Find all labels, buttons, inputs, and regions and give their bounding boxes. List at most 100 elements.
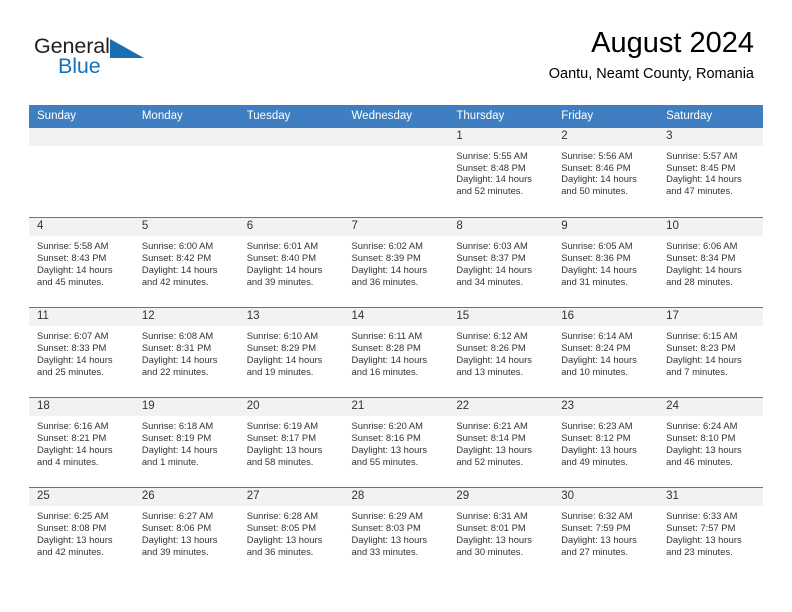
general-blue-logo[interactable]: General Blue [34,35,164,82]
sunrise-text: Sunrise: 6:23 AM [561,420,633,432]
calendar-day-cell[interactable]: 15 Sunrise: 6:12 AM Sunset: 8:26 PM Dayligh… [448,307,554,398]
calendar-day-cell[interactable]: 27 Sunrise: 6:28 AM Sunset: 8:05 PM Dayligh… [238,487,344,578]
sunrise-text: Sunrise: 5:56 AM [561,149,633,161]
daylight-text-line1: Daylight: 14 hours [37,263,113,275]
calendar-day-cell[interactable]: 14 Sunrise: 6:11 AM Sunset: 8:28 PM Dayligh… [343,307,449,398]
calendar-day-cell[interactable]: 11 Sunrise: 6:07 AM Sunset: 8:33 PM Dayligh… [29,307,134,398]
calendar-day-cell[interactable]: 9 Sunrise: 6:05 AM Sunset: 8:36 PM Daylight… [553,217,659,308]
daylight-text-line2: and 34 minutes. [456,275,524,287]
calendar-day-cell[interactable]: 10 Sunrise: 6:06 AM Sunset: 8:34 PM Dayligh… [658,217,763,308]
day-number: 5 [133,218,239,237]
calendar-day-cell[interactable]: 2 Sunrise: 5:56 AM Sunset: 8:46 PM Daylight… [553,127,659,218]
daylight-text-line2: and 39 minutes. [141,545,209,557]
weekday-header-thursday: Thursday [448,105,554,128]
calendar-page: General Blue August 2024 Oantu, Neamt Co… [0,0,792,612]
calendar-day-cell[interactable]: 22 Sunrise: 6:21 AM Sunset: 8:14 PM Dayligh… [448,397,554,488]
day-details: Sunrise: 6:21 AM Sunset: 8:14 PM Daylight:… [448,416,553,468]
daylight-text-line1: Daylight: 13 hours [666,533,742,545]
daylight-text-line1: Daylight: 13 hours [246,533,323,545]
calendar-head: Sunday Monday Tuesday Wednesday Thursday Frid… [29,105,763,128]
day-details: Sunrise: 5:58 AM Sunset: 8:43 PM Daylight:… [29,236,134,288]
calendar-day-cell-empty [343,127,449,218]
day-number [238,127,344,146]
calendar-day-cell[interactable]: 3 Sunrise: 5:57 AM Sunset: 8:45 PM Daylight… [658,127,763,218]
calendar-day-cell[interactable]: 25 Sunrise: 6:25 AM Sunset: 8:08 PM Dayligh… [29,487,134,578]
daylight-text-line2: and 10 minutes. [561,365,628,377]
sunset-text: Sunset: 8:29 PM [246,342,316,354]
day-details: Sunrise: 6:24 AM Sunset: 8:10 PM Daylight:… [658,416,763,468]
sunrise-text: Sunrise: 6:05 AM [561,240,633,252]
sunset-text: Sunset: 8:40 PM [246,252,316,264]
sunrise-text: Sunrise: 6:24 AM [666,420,738,432]
day-number: 1 [448,127,554,146]
day-number [29,127,134,146]
calendar-day-cell[interactable]: 24 Sunrise: 6:24 AM Sunset: 8:10 PM Dayligh… [658,397,763,488]
calendar-day-cell[interactable]: 17 Sunrise: 6:15 AM Sunset: 8:23 PM Dayligh… [658,307,763,398]
calendar-day-cell[interactable]: 26 Sunrise: 6:27 AM Sunset: 8:06 PM Dayligh… [133,487,239,578]
sunset-text: Sunset: 8:03 PM [351,522,421,534]
day-details: Sunrise: 6:19 AM Sunset: 8:17 PM Daylight:… [239,416,344,468]
daylight-text-line1: Daylight: 14 hours [561,173,637,185]
day-details: Sunrise: 6:01 AM Sunset: 8:40 PM Daylight:… [239,236,344,288]
calendar-day-cell[interactable]: 13 Sunrise: 6:10 AM Sunset: 8:29 PM Dayligh… [238,307,344,398]
daylight-text-line1: Daylight: 14 hours [456,353,532,365]
sunset-text: Sunset: 8:24 PM [561,342,631,354]
day-number: 16 [553,308,659,327]
calendar-day-cell[interactable]: 4 Sunrise: 5:58 AM Sunset: 8:43 PM Daylight… [29,217,134,308]
calendar-day-cell[interactable]: 19 Sunrise: 6:18 AM Sunset: 8:19 PM Dayligh… [133,397,239,488]
page-title: August 2024 [591,27,754,59]
calendar-day-cell[interactable]: 5 Sunrise: 6:00 AM Sunset: 8:42 PM Daylight… [133,217,239,308]
calendar-week-row: 11 Sunrise: 6:07 AM Sunset: 8:33 PM Dayligh… [29,307,763,398]
day-number: 20 [238,398,344,417]
daylight-text-line2: and 27 minutes. [561,545,628,557]
daylight-text-line2: and 46 minutes. [666,455,733,467]
day-details: Sunrise: 6:08 AM Sunset: 8:31 PM Daylight:… [134,326,239,378]
daylight-text-line2: and 55 minutes. [351,455,419,467]
daylight-text-line1: Daylight: 13 hours [141,533,218,545]
daylight-text-line2: and 4 minutes. [37,455,99,467]
calendar-day-cell[interactable]: 6 Sunrise: 6:01 AM Sunset: 8:40 PM Daylight… [238,217,344,308]
sunset-text: Sunset: 8:26 PM [456,342,526,354]
sunset-text: Sunset: 8:43 PM [37,252,107,264]
sunrise-text: Sunrise: 5:55 AM [456,149,528,161]
day-details: Sunrise: 6:31 AM Sunset: 8:01 PM Daylight:… [448,506,553,558]
calendar-day-cell[interactable]: 21 Sunrise: 6:20 AM Sunset: 8:16 PM Dayligh… [343,397,449,488]
calendar-day-cell[interactable]: 30 Sunrise: 6:32 AM Sunset: 7:59 PM Dayligh… [553,487,659,578]
calendar-day-cell[interactable]: 7 Sunrise: 6:02 AM Sunset: 8:39 PM Daylight… [343,217,449,308]
weekday-header-friday: Friday [553,105,659,128]
calendar-day-cell[interactable]: 28 Sunrise: 6:29 AM Sunset: 8:03 PM Dayligh… [343,487,449,578]
day-details: Sunrise: 6:05 AM Sunset: 8:36 PM Daylight:… [553,236,658,288]
calendar-day-cell[interactable]: 20 Sunrise: 6:19 AM Sunset: 8:17 PM Dayligh… [238,397,344,488]
daylight-text-line2: and 39 minutes. [246,275,314,287]
day-details: Sunrise: 6:32 AM Sunset: 7:59 PM Daylight:… [553,506,658,558]
daylight-text-line2: and 25 minutes. [37,365,104,377]
daylight-text-line2: and 16 minutes. [351,365,419,377]
daylight-text-line2: and 30 minutes. [456,545,524,557]
daylight-text-line2: and 42 minutes. [141,275,209,287]
daylight-text-line2: and 23 minutes. [666,545,733,557]
day-number: 7 [343,218,449,237]
daylight-text-line2: and 49 minutes. [561,455,628,467]
daylight-text-line1: Daylight: 14 hours [246,353,323,365]
sunset-text: Sunset: 8:06 PM [141,522,212,534]
calendar-day-cell[interactable]: 12 Sunrise: 6:08 AM Sunset: 8:31 PM Dayligh… [133,307,239,398]
sunset-text: Sunset: 8:05 PM [246,522,316,534]
calendar-day-cell-empty [133,127,239,218]
daylight-text-line2: and 7 minutes. [666,365,728,377]
sunset-text: Sunset: 8:33 PM [37,342,107,354]
calendar-day-cell[interactable]: 29 Sunrise: 6:31 AM Sunset: 8:01 PM Dayligh… [448,487,554,578]
calendar-day-cell[interactable]: 18 Sunrise: 6:16 AM Sunset: 8:21 PM Dayligh… [29,397,134,488]
calendar-day-cell[interactable]: 8 Sunrise: 6:03 AM Sunset: 8:37 PM Daylight… [448,217,554,308]
daylight-text-line2: and 19 minutes. [246,365,314,377]
calendar-day-cell[interactable]: 1 Sunrise: 5:55 AM Sunset: 8:48 PM Daylight… [448,127,554,218]
daylight-text-line1: Daylight: 13 hours [456,443,532,455]
weekday-header-row: Sunday Monday Tuesday Wednesday Thursday Frid… [29,105,763,128]
sunrise-text: Sunrise: 6:10 AM [246,330,319,342]
sunrise-text: Sunrise: 6:06 AM [666,240,738,252]
calendar-week-row: 1 Sunrise: 5:55 AM Sunset: 8:48 PM Daylight… [29,127,763,218]
sunset-text: Sunset: 8:17 PM [246,432,316,444]
calendar-day-cell[interactable]: 16 Sunrise: 6:14 AM Sunset: 8:24 PM Dayligh… [553,307,659,398]
sunrise-text: Sunrise: 6:31 AM [456,510,528,522]
calendar-day-cell[interactable]: 23 Sunrise: 6:23 AM Sunset: 8:12 PM Dayligh… [553,397,659,488]
calendar-day-cell[interactable]: 31 Sunrise: 6:33 AM Sunset: 7:57 PM Dayligh… [658,487,763,578]
